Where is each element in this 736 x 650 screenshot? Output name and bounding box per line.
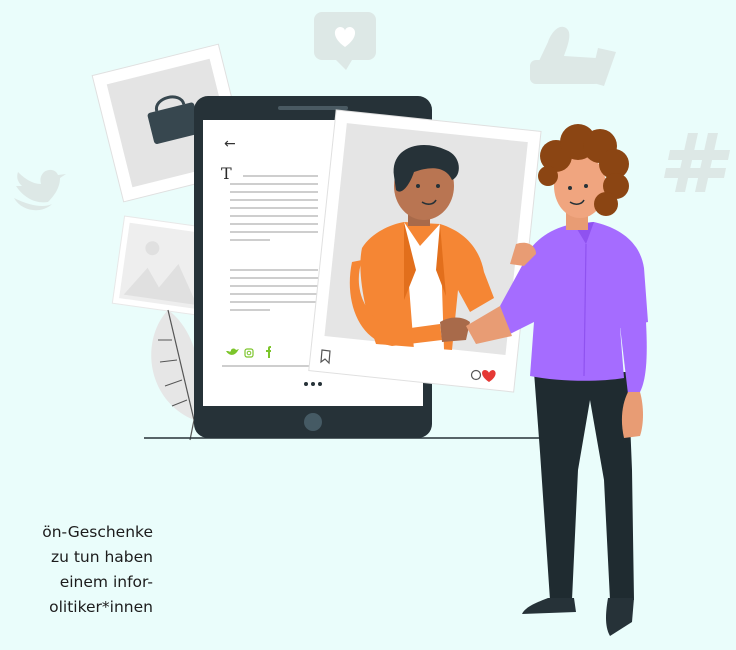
twitter-icon xyxy=(14,169,66,211)
thumbs-up-icon xyxy=(530,26,616,86)
plant-leaf xyxy=(151,309,200,441)
caption-line: einem infor- xyxy=(59,573,153,591)
more-dots-icon[interactable] xyxy=(304,382,322,386)
heart-bubble-icon xyxy=(314,12,376,70)
caption-line: olitiker*innen xyxy=(49,598,153,616)
caption-text: ön-Geschenke zu tun haben einem infor- o… xyxy=(0,520,153,620)
hashtag-icon xyxy=(664,133,730,192)
article-title-letter: T xyxy=(221,164,232,183)
illustration: ← T ön-Geschenke zu tun haben einem info… xyxy=(0,0,736,646)
back-arrow-icon[interactable]: ← xyxy=(224,136,236,152)
caption-line: zu tun haben xyxy=(50,548,153,566)
caption-line: ön-Geschenke xyxy=(42,523,153,541)
